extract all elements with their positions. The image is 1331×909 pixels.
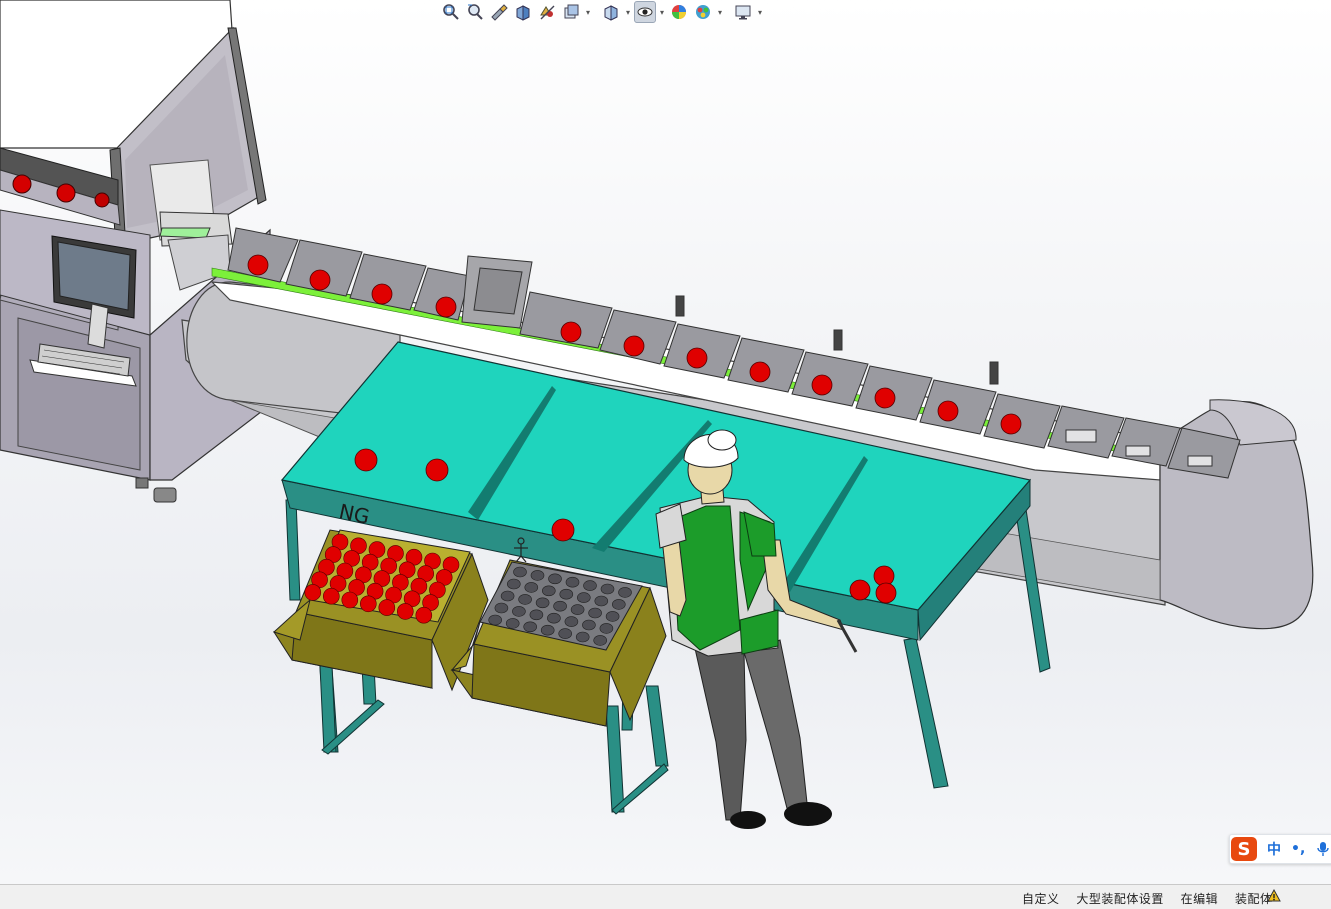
display-style-dropdown[interactable]: ▾ — [624, 1, 632, 23]
status-bar: 自定义 大型装配体设置 在编辑 装配体 — [0, 884, 1331, 909]
tray-cup — [505, 618, 520, 629]
carton-apple — [396, 603, 414, 620]
tray-cup — [530, 570, 545, 581]
carton-apple — [415, 606, 433, 624]
sorting-machine — [0, 0, 271, 503]
tray-cup — [529, 609, 544, 621]
tray-cup — [570, 604, 585, 615]
view-settings-icon[interactable] — [732, 1, 754, 23]
tray-cup — [558, 628, 573, 639]
tray-cup — [553, 600, 567, 612]
tray-cup — [582, 619, 596, 631]
tray-cup — [500, 590, 515, 602]
carton-apple — [359, 595, 377, 613]
view-settings-dropdown[interactable]: ▾ — [756, 1, 764, 23]
tray-cup — [583, 580, 597, 591]
tray-cup — [576, 592, 591, 603]
carton-apple — [378, 599, 396, 616]
assembly-3d-view[interactable]: NG — [0, 0, 1331, 884]
tray-cup — [618, 587, 632, 598]
tray-cup — [535, 597, 550, 609]
ime-toolbar[interactable]: S 中 •, — [1229, 834, 1331, 864]
graphics-viewport[interactable]: NG ▾ ▾ ▾ ▾ ▾ S 中 •, — [0, 0, 1331, 884]
tray-carton — [450, 559, 667, 727]
hide-show-items-icon[interactable] — [634, 1, 656, 23]
sogou-logo-icon[interactable]: S — [1231, 837, 1257, 861]
tray-cup — [565, 576, 580, 588]
zoom-to-area-icon[interactable] — [464, 1, 486, 23]
apply-scene-dropdown[interactable]: ▾ — [716, 1, 724, 23]
tray-cup — [512, 606, 526, 617]
tray-cup — [559, 588, 574, 600]
tray-cup — [524, 582, 539, 593]
ime-punctuation-toggle[interactable]: •, — [1291, 841, 1305, 857]
tray-cup — [547, 612, 561, 624]
tray-cup — [523, 621, 538, 633]
ng-marking: NG — [337, 499, 372, 529]
status-text: 自定义 大型装配体设置 在编辑 装配体 — [1022, 892, 1273, 906]
carton-apple — [322, 587, 340, 605]
zoom-to-fit-icon[interactable] — [440, 1, 462, 23]
previous-view-icon[interactable] — [488, 1, 510, 23]
tray-cup — [611, 599, 626, 610]
rebuild-indicator-icon[interactable] — [1266, 888, 1282, 908]
tray-cup — [540, 624, 555, 636]
ime-mode-toggle[interactable]: 中 — [1267, 839, 1281, 859]
tray-cup — [599, 623, 614, 634]
tray-cup — [588, 607, 602, 619]
tray-cup — [593, 635, 608, 646]
tray-cup — [575, 631, 590, 643]
display-style-icon[interactable] — [600, 1, 622, 23]
section-view-icon[interactable] — [512, 1, 534, 23]
tray-cup — [605, 611, 620, 622]
tray-cup — [506, 578, 521, 590]
tray-cup — [564, 616, 579, 627]
edit-appearance-icon[interactable] — [668, 1, 690, 23]
carton-apple — [341, 591, 359, 609]
carton-apple — [304, 584, 322, 601]
tray-cup — [600, 583, 615, 595]
tray-cup — [548, 573, 562, 585]
tray-cup — [541, 585, 556, 597]
dynamic-annotation-views-icon[interactable] — [536, 1, 558, 23]
tray-cup — [518, 594, 532, 605]
apply-scene-icon[interactable] — [692, 1, 714, 23]
tray-cup — [513, 566, 527, 578]
tray-cup — [488, 614, 503, 626]
microphone-icon[interactable] — [1317, 841, 1329, 857]
view-orientation-icon[interactable] — [560, 1, 582, 23]
tray-cup — [594, 595, 609, 607]
heads-up-view-toolbar: ▾ ▾ ▾ ▾ ▾ — [440, 0, 764, 24]
view-orientation-dropdown[interactable]: ▾ — [584, 1, 592, 23]
hide-show-items-dropdown[interactable]: ▾ — [658, 1, 666, 23]
tray-cup — [494, 602, 509, 614]
